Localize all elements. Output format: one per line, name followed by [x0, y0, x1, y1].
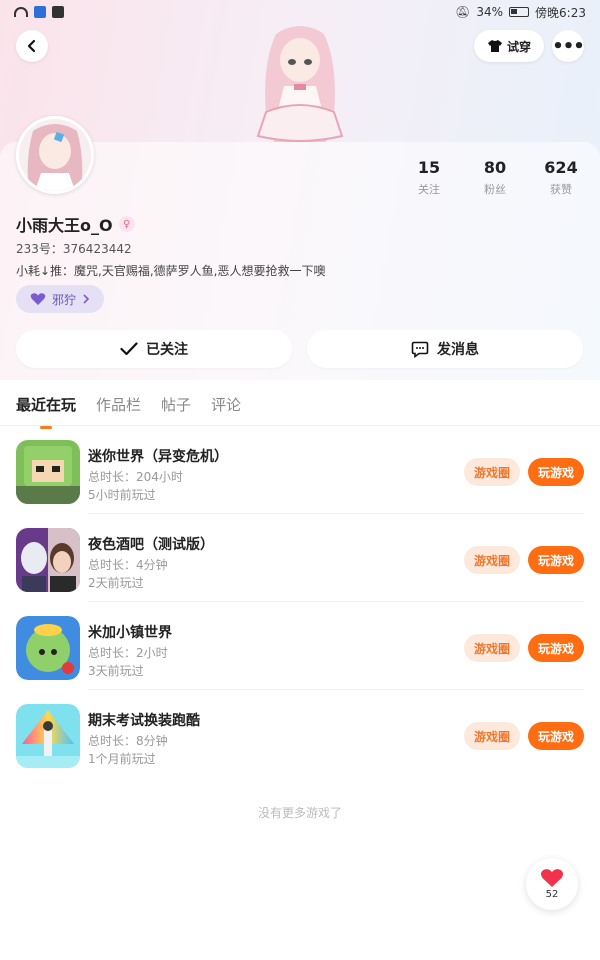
profile-tabs: 最近在玩 作品栏 帖子 评论 [16, 394, 241, 429]
tab-recently-played[interactable]: 最近在玩 [16, 394, 76, 429]
game-duration: 总时长：2小时 [88, 646, 168, 660]
stat-value: 15 [417, 158, 441, 177]
game-duration: 总时长：4分钟 [88, 558, 168, 572]
game-circle-button[interactable]: 游戏圈 [464, 458, 520, 486]
battery-percent: 34% [476, 5, 504, 19]
content-panel: 最近在玩 作品栏 帖子 评论 迷你世界（异变危机） 总时长：204小时 5小时前… [0, 380, 600, 960]
user-id: 233号：376423442 [16, 242, 132, 256]
battery-icon [509, 7, 530, 17]
heart-icon [30, 293, 46, 305]
game-row[interactable]: 米加小镇世界 总时长：2小时 3天前玩过 游戏圈 玩游戏 [16, 602, 584, 690]
game-icon [16, 440, 80, 504]
game-circle-button[interactable]: 游戏圈 [464, 634, 520, 662]
chevron-right-icon [83, 294, 90, 304]
tshirt-icon [487, 40, 502, 52]
tab-comments[interactable]: 评论 [211, 394, 241, 415]
avatar-image [19, 119, 91, 191]
tab-posts[interactable]: 帖子 [161, 394, 191, 415]
heart-icon [540, 869, 564, 887]
game-title: 期末考试换装跑酷 [88, 713, 200, 729]
stat-followers[interactable]: 80 粉丝 [462, 158, 528, 197]
more-button[interactable]: ••• [552, 30, 585, 62]
game-row[interactable]: 夜色酒吧（测试版） 总时长：4分钟 2天前玩过 游戏圈 玩游戏 [16, 514, 584, 602]
game-circle-button[interactable]: 游戏圈 [464, 722, 520, 750]
play-game-button[interactable]: 玩游戏 [528, 722, 584, 750]
profile-tag[interactable]: 邪狞 [16, 285, 104, 313]
character-figure [256, 26, 344, 142]
send-message-label: 发消息 [437, 342, 479, 358]
followed-label: 已关注 [146, 342, 188, 358]
stat-likes[interactable]: 624 获赞 [528, 158, 594, 197]
game-row[interactable]: 迷你世界（异变危机） 总时长：204小时 5小时前玩过 游戏圈 玩游戏 [16, 426, 584, 514]
stat-value: 624 [544, 158, 578, 177]
user-bio: 小耗↓推：魔咒,天官赐福,德萨罗人鱼,恶人想要抢救一下噢 [16, 264, 326, 278]
game-icon [16, 528, 80, 592]
more-dots-icon: ••• [552, 35, 585, 57]
game-icon [16, 704, 80, 768]
stat-label: 粉丝 [484, 183, 506, 196]
play-game-button[interactable]: 玩游戏 [528, 634, 584, 662]
play-game-button[interactable]: 玩游戏 [528, 546, 584, 574]
status-bar: 🔕︎ 34% 傍晚6:23 [0, 0, 600, 24]
play-game-button[interactable]: 玩游戏 [528, 458, 584, 486]
game-title: 夜色酒吧（测试版） [88, 537, 214, 553]
game-circle-button[interactable]: 游戏圈 [464, 546, 520, 574]
female-icon: ♀ [118, 216, 135, 232]
avatar[interactable] [16, 116, 94, 194]
game-title: 米加小镇世界 [88, 625, 172, 641]
chat-bubble-icon [411, 341, 429, 358]
followed-button[interactable]: 已关注 [16, 330, 292, 368]
profile-name-row: 小雨大王o_O ♀ [16, 212, 135, 236]
checkmark-icon [120, 342, 138, 356]
try-on-button[interactable]: 试穿 [474, 30, 544, 62]
game-title: 迷你世界（异变危机） [88, 449, 228, 465]
try-on-label: 试穿 [506, 39, 531, 54]
game-last-played: 1个月前玩过 [88, 752, 156, 766]
profile-stats: 15 关注 80 粉丝 624 获赞 [396, 158, 596, 197]
chevron-left-icon [27, 39, 36, 53]
stat-following[interactable]: 15 关注 [396, 158, 462, 197]
no-more-games-text: 没有更多游戏了 [257, 806, 342, 820]
game-duration: 总时长：204小时 [88, 470, 183, 484]
back-button[interactable] [16, 30, 48, 62]
like-button[interactable]: 52 [526, 858, 578, 910]
mute-icon: 🔕︎ [455, 5, 471, 19]
game-icon [16, 616, 80, 680]
game-duration: 总时长：8分钟 [88, 734, 168, 748]
game-row[interactable]: 期末考试换装跑酷 总时长：8分钟 1个月前玩过 游戏圈 玩游戏 [16, 690, 584, 778]
like-count: 52 [545, 889, 559, 900]
game-last-played: 3天前玩过 [88, 664, 144, 678]
app-notification-icon [52, 6, 64, 18]
profile-tag-label: 邪狞 [51, 292, 76, 307]
username: 小雨大王o_O [16, 216, 113, 235]
stat-label: 获赞 [550, 183, 572, 196]
send-message-button[interactable]: 发消息 [307, 330, 583, 368]
stat-value: 80 [483, 158, 507, 177]
clock: 傍晚6:23 [535, 5, 586, 20]
game-last-played: 2天前玩过 [88, 576, 144, 590]
game-last-played: 5小时前玩过 [88, 488, 156, 502]
tab-works[interactable]: 作品栏 [96, 394, 141, 415]
stat-label: 关注 [418, 183, 440, 196]
shield-icon [34, 6, 46, 18]
wifi-icon [14, 7, 28, 17]
